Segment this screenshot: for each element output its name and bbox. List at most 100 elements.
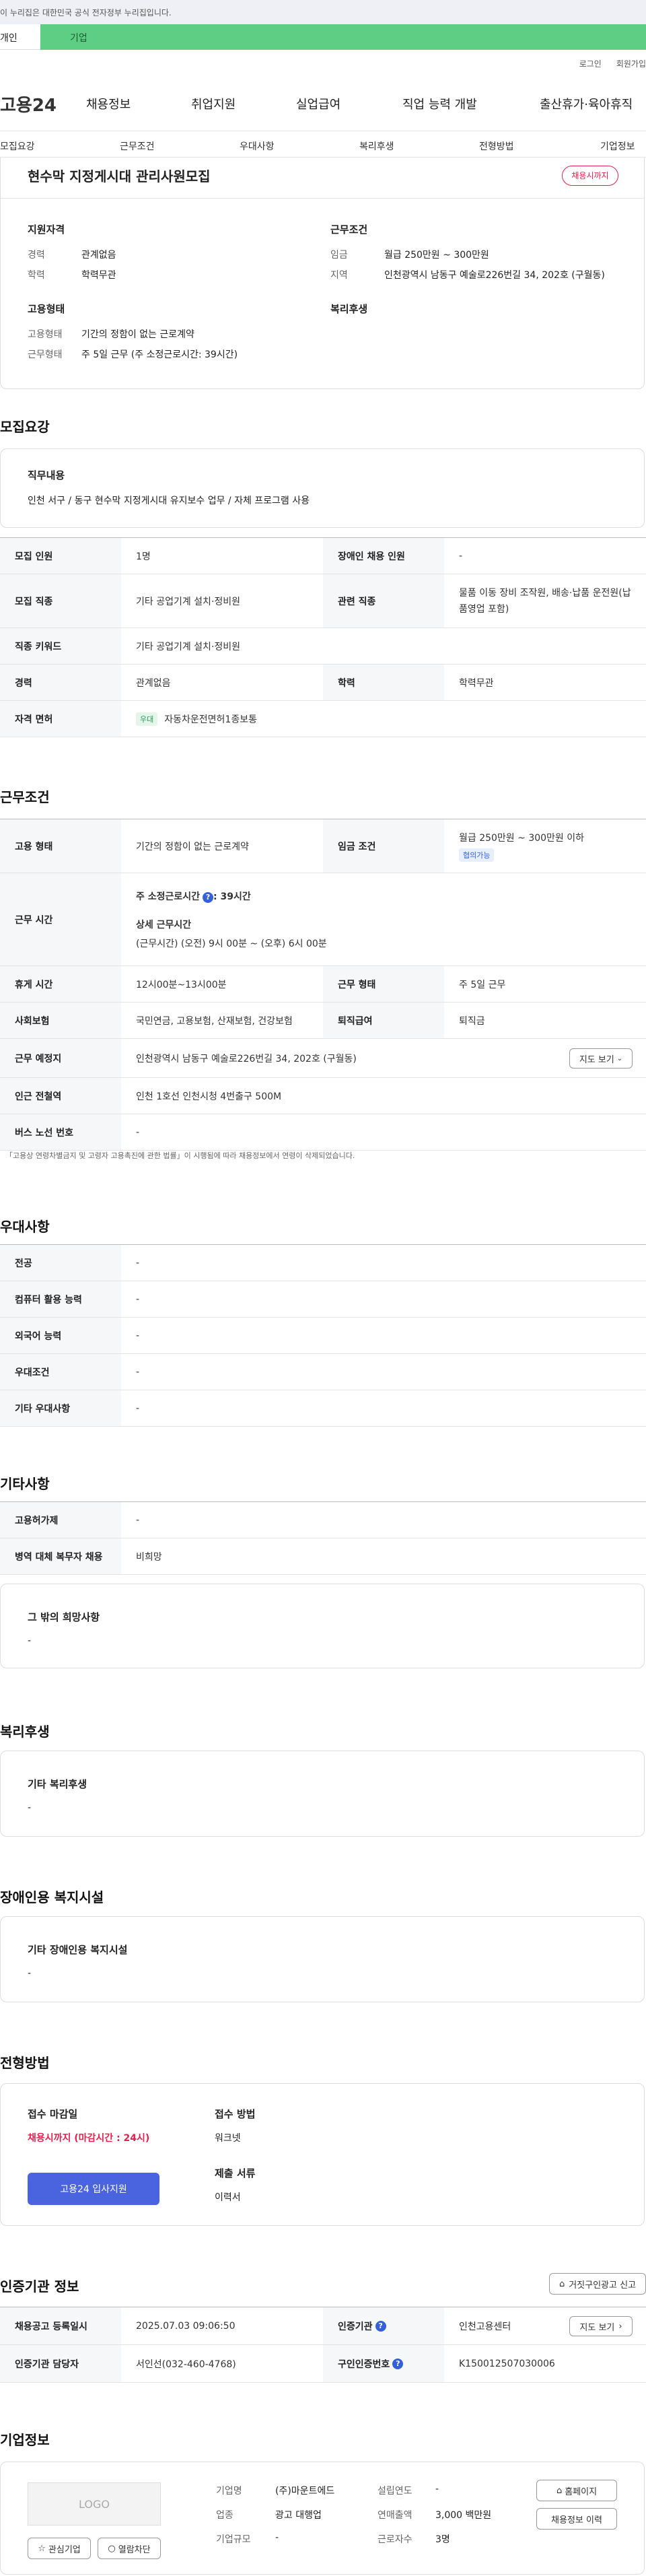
emp-heading: 고용형태: [28, 303, 65, 315]
table-row: 모집 인원 1명 장애인 채용 인원 -: [0, 538, 646, 574]
report-icon: ⌂: [559, 2278, 565, 2289]
company-field-value: -: [275, 2532, 279, 2543]
gov-notice-bar: 이 누리집은 대한민국 공식 전자정부 누리집입니다.: [0, 0, 646, 24]
th: 채용공고 등록일시: [0, 2307, 121, 2344]
signup-link[interactable]: 회원가입: [616, 58, 646, 69]
th: 외국어 능력: [0, 1318, 121, 1353]
util-links: 로그인 회원가입: [579, 58, 646, 69]
company-field-label: 기업명: [216, 2486, 242, 2497]
method-value: 워크넷: [215, 2133, 241, 2144]
disabled-card-heading: 기타 장애인용 복지시설: [28, 1944, 128, 1956]
td: 인천 1호선 인천시청 4번출구 500M: [136, 1091, 282, 1102]
section-nav-work[interactable]: 근무조건: [120, 139, 155, 153]
qual-value: 관계없음: [81, 250, 116, 261]
table-row: 모집 직종 기타 공업기계 설치·정비원 관련 직종 물품 이동 장비 조작원,…: [0, 574, 646, 628]
disabled-card: 기타 장애인용 복지시설 -: [0, 1916, 645, 2002]
section-nav: 모집요강 근무조건 우대사항 복리후생 전형방법 기업정보: [0, 131, 646, 158]
block-icon: ○: [108, 2543, 116, 2554]
chevron-down-icon: ⌄: [616, 1054, 623, 1062]
favorite-company-button[interactable]: ☆ 관심기업: [28, 2538, 91, 2559]
method-heading: 접수 방법: [215, 2108, 256, 2120]
section-nav-welfare[interactable]: 복리후생: [359, 139, 394, 153]
welfare-card: 기타 복리후생 -: [0, 1751, 645, 1837]
th: 고용 형태: [0, 819, 121, 873]
table-row: 근무 예정지 인천광역시 남동구 예술로226번길 34, 202호 (구월동)…: [0, 1039, 646, 1078]
site-logo[interactable]: 고용24: [0, 92, 86, 116]
block-label: 열람차단: [118, 2544, 151, 2555]
etc-title: 기타사항: [0, 1476, 50, 1492]
help-icon[interactable]: ?: [392, 2358, 404, 2369]
td: -: [136, 1330, 140, 1341]
td: 2025.07.03 09:06:50: [136, 2320, 236, 2332]
td: K150012507030006: [459, 2358, 555, 2369]
td: 주 5일 근무: [459, 979, 506, 990]
gnb-item-parental-leave[interactable]: 출산휴가·육아휴직: [540, 95, 633, 112]
td: 관계없음: [136, 677, 171, 689]
th: 근무 형태: [323, 966, 444, 1002]
table-row: 경력 관계없음 학력 학력무관: [0, 665, 646, 701]
home-icon: ⌂: [556, 2485, 563, 2496]
gnb-item-employment-support[interactable]: 취업지원: [191, 95, 236, 112]
table-row: 기타 우대사항 -: [0, 1390, 646, 1427]
th: 전공: [0, 1245, 121, 1281]
global-nav: 고용24 채용정보 취업지원 실업급여 직업 능력 개발 출산휴가·육아휴직: [0, 90, 646, 117]
tab-company[interactable]: 기업: [40, 24, 646, 50]
block-view-button[interactable]: ○ 열람차단: [98, 2538, 161, 2559]
company-field-label: 업종: [216, 2510, 234, 2521]
emp-label: 근무형태: [28, 349, 63, 360]
duty-heading: 직무내용: [28, 469, 65, 481]
section-nav-pref[interactable]: 우대사항: [240, 139, 275, 153]
company-field-value: 광고 대행업: [275, 2510, 322, 2521]
table-row: 인증기관 담당자 서인선(032-460-4768) 구인인증번호? K1500…: [0, 2345, 646, 2383]
qual-label: 학력: [28, 270, 45, 281]
emp-value: 기간의 정함이 없는 근로계약: [81, 329, 194, 340]
gnb-item-unemployment-benefit[interactable]: 실업급여: [296, 95, 340, 112]
hours-main-value: : 39시간: [213, 891, 251, 902]
report-label: 거짓구인광고 신고: [569, 2280, 637, 2291]
table-row: 휴게 시간 12시00분~13시00분 근무 형태 주 5일 근무: [0, 966, 646, 1003]
login-link[interactable]: 로그인: [579, 58, 602, 69]
th: 모집 인원: [0, 538, 121, 574]
process-title: 전형방법: [0, 2055, 50, 2071]
td: -: [136, 1257, 140, 1268]
th: 고용허가제: [0, 1502, 121, 1538]
th: 퇴직급여: [323, 1003, 444, 1038]
etc-table: 고용허가제 - 병역 대체 복무자 채용 비희망: [0, 1501, 646, 1575]
tab-personal[interactable]: 개인: [0, 24, 40, 50]
company-field-label: 설립연도: [378, 2486, 412, 2497]
th: 사회보험: [0, 1003, 121, 1038]
job-history-button[interactable]: 채용정보 이력: [536, 2508, 617, 2530]
table-row: 외국어 능력 -: [0, 1318, 646, 1354]
homepage-button[interactable]: ⌂ 홈페이지: [536, 2480, 617, 2501]
section-nav-company[interactable]: 기업정보: [600, 139, 635, 153]
map-button[interactable]: 지도 보기 ⌄: [569, 1048, 633, 1069]
duty-text: 인천 서구 / 동구 현수막 지정게시대 유지보수 업무 / 자체 프로그램 사…: [28, 496, 310, 506]
td: 1명: [136, 551, 151, 562]
qual-label: 경력: [28, 250, 45, 261]
th: 인증기관 담당자: [0, 2345, 121, 2382]
apply-button[interactable]: 고용24 입사지원: [28, 2173, 159, 2205]
cert-map-button[interactable]: 지도 보기 ›: [569, 2316, 633, 2336]
th: 인근 전철역: [0, 1078, 121, 1114]
section-nav-recruit[interactable]: 모집요강: [0, 139, 35, 153]
company-field-label: 기업규모: [216, 2534, 251, 2545]
th: 기타 우대사항: [0, 1390, 121, 1426]
false-ad-report-button[interactable]: ⌂ 거짓구인광고 신고: [549, 2273, 646, 2295]
td: -: [136, 1514, 140, 1526]
welfare-heading: 복리후생: [330, 303, 368, 315]
td: 비희망: [136, 1551, 162, 1563]
section-nav-process[interactable]: 전형방법: [479, 139, 514, 153]
table-row: 전공 -: [0, 1245, 646, 1281]
help-icon[interactable]: ?: [375, 2320, 386, 2332]
gnb-item-jobs[interactable]: 채용정보: [86, 95, 131, 112]
gnb-item-vocational-training[interactable]: 직업 능력 개발: [402, 95, 477, 112]
table-row: 컴퓨터 활용 능력 -: [0, 1281, 646, 1318]
cond-value: 월급 250만원 ~ 300만원: [384, 250, 489, 261]
hours-main-label: 주 소정근로시간: [136, 891, 201, 902]
recruit-table: 모집 인원 1명 장애인 채용 인원 - 모집 직종 기타 공업기계 설치·정비…: [0, 537, 646, 737]
td: 12시00분~13시00분: [136, 979, 227, 990]
th: 모집 직종: [0, 574, 121, 628]
other-wish-value: -: [28, 1635, 32, 1646]
td: 퇴직금: [459, 1015, 485, 1027]
help-icon[interactable]: ?: [203, 891, 214, 903]
